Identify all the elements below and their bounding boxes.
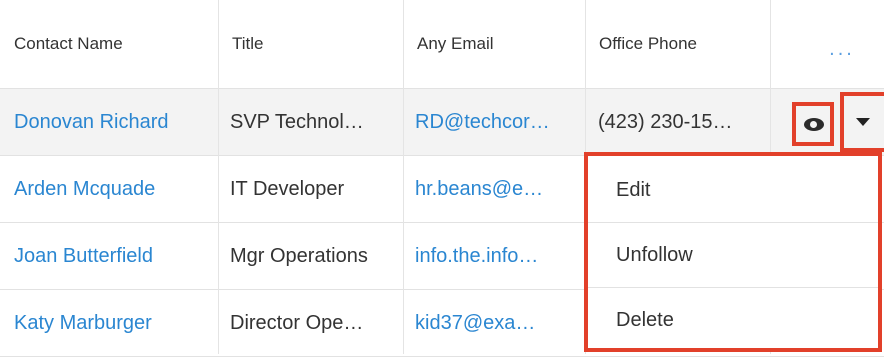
contacts-table: Contact Name Title Any Email Office Phon… [0, 0, 884, 357]
menu-item-edit[interactable]: Edit [588, 158, 878, 222]
column-header-any-email[interactable]: Any Email [403, 0, 585, 88]
contact-name-link[interactable]: Donovan Richard [14, 89, 214, 155]
contact-title: IT Developer [230, 178, 345, 200]
contact-title: Director Ope… [230, 312, 364, 334]
row-actions-dropdown-button[interactable] [840, 92, 884, 152]
column-divider [403, 0, 404, 354]
eye-icon [804, 118, 824, 131]
contact-title: Mgr Operations [230, 245, 368, 267]
more-columns-button[interactable]: ... [800, 38, 884, 61]
table-row[interactable]: Donovan Richard SVP Technol… RD@techcor…… [0, 89, 884, 156]
menu-item-unfollow[interactable]: Unfollow [588, 223, 878, 287]
preview-button[interactable] [792, 102, 834, 146]
row-actions-menu: Edit Unfollow Delete [584, 152, 882, 352]
menu-item-delete[interactable]: Delete [588, 288, 878, 352]
contact-name-link[interactable]: Katy Marburger [14, 290, 214, 356]
table-header: Contact Name Title Any Email Office Phon… [0, 0, 884, 89]
contact-title: SVP Technol… [230, 111, 364, 133]
column-divider [218, 0, 219, 354]
column-header-contact-name[interactable]: Contact Name [0, 0, 202, 88]
column-header-title[interactable]: Title [218, 0, 403, 88]
column-header-office-phone[interactable]: Office Phone [585, 0, 770, 88]
contact-email-link[interactable]: info.the.info… [415, 223, 580, 289]
contact-name-link[interactable]: Arden Mcquade [14, 156, 214, 222]
contact-email-link[interactable]: hr.beans@e… [415, 156, 580, 222]
contact-name-link[interactable]: Joan Butterfield [14, 223, 214, 289]
contact-email-link[interactable]: RD@techcor… [415, 89, 580, 155]
caret-down-icon [856, 118, 870, 126]
contact-phone: (423) 230-15… [598, 111, 733, 133]
contact-email-link[interactable]: kid37@exa… [415, 290, 580, 356]
